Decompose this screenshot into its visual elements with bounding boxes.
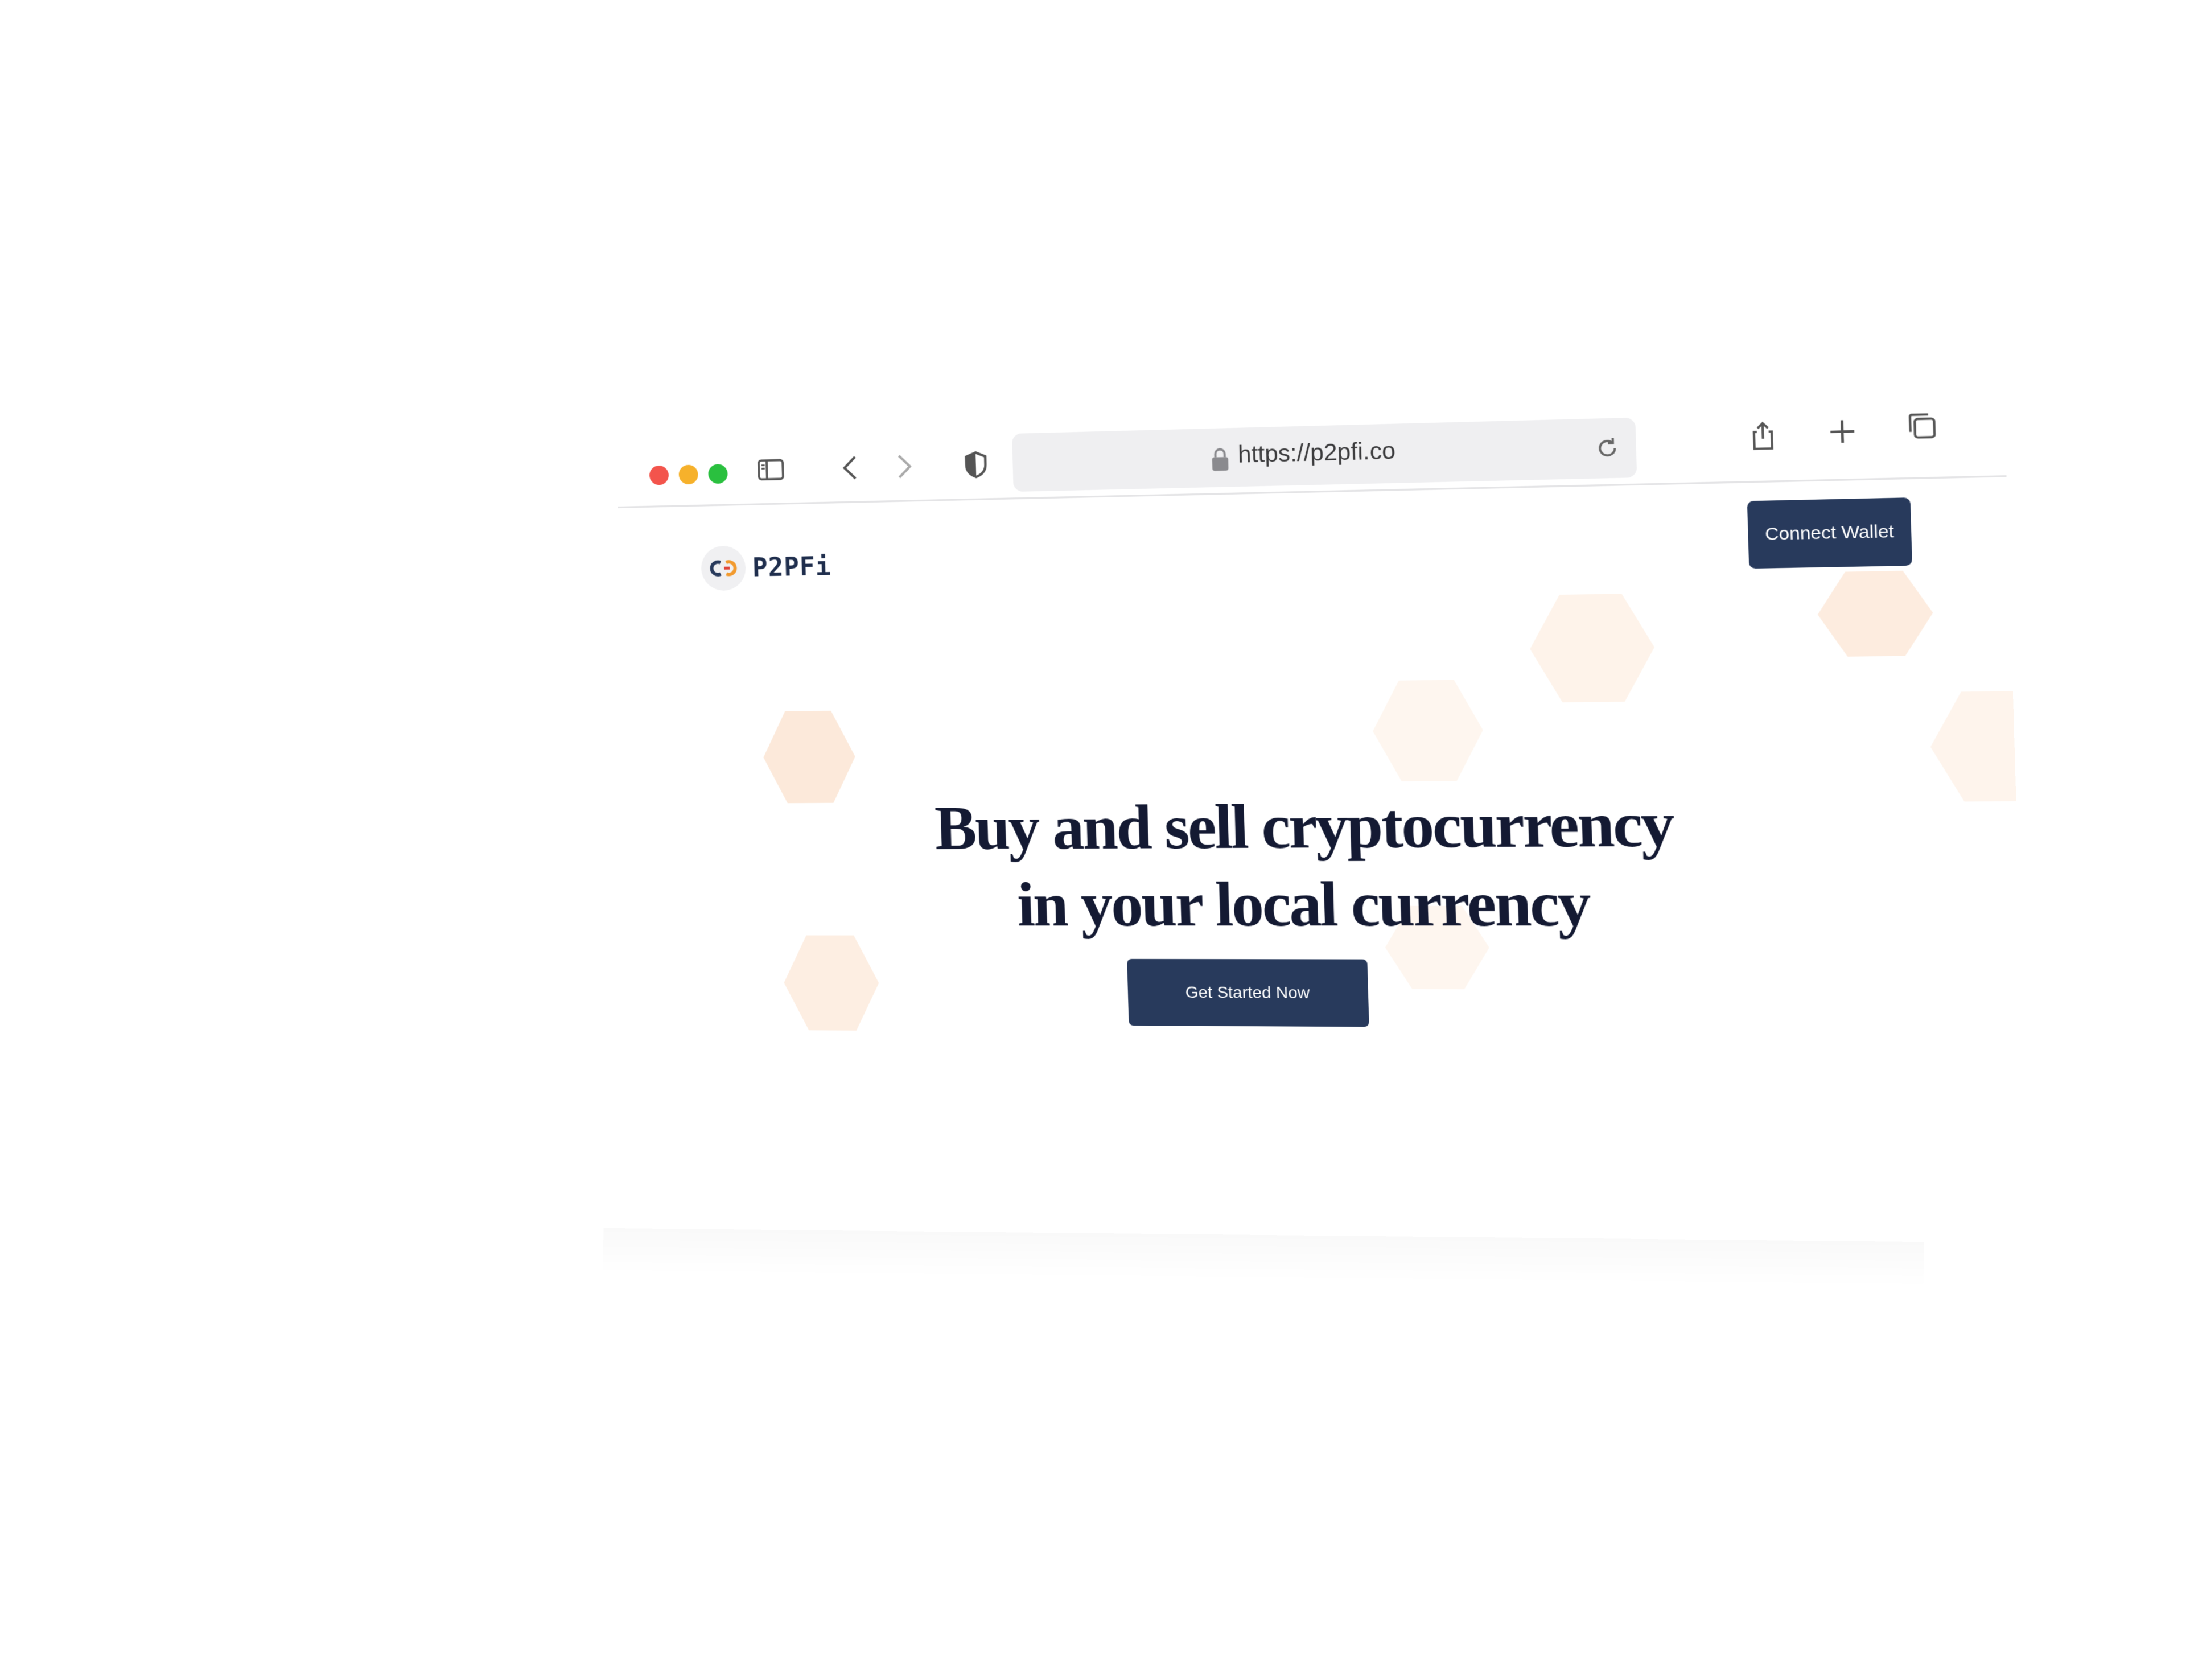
- p2pfi-logo-icon: [701, 545, 746, 591]
- zoom-window-button[interactable]: [708, 464, 728, 484]
- decorative-hexagon: [1817, 570, 1934, 657]
- page-content: P2PFi Connect Wallet Buy and sell crypto…: [618, 477, 2031, 1302]
- new-tab-icon[interactable]: [1821, 411, 1863, 451]
- site-logo[interactable]: P2PFi: [701, 543, 831, 591]
- decorative-hexagon: [1372, 680, 1485, 781]
- headline-line-2: in your local currency: [628, 864, 2020, 945]
- headline-line-1: Buy and sell cryptocurrency: [625, 783, 2018, 868]
- address-bar[interactable]: https://p2pfi.co: [1012, 418, 1637, 492]
- screenshot-stage: https://p2pfi.co P2PFi Connect Wallet Bu…: [0, 0, 2190, 1680]
- decorative-hexagon: [762, 710, 857, 803]
- logo-text: P2PFi: [752, 551, 831, 582]
- forward-icon[interactable]: [884, 447, 923, 485]
- reload-icon[interactable]: [1592, 434, 1623, 463]
- lock-icon: [1208, 446, 1232, 473]
- connect-wallet-button[interactable]: Connect Wallet: [1747, 497, 1912, 569]
- share-icon[interactable]: [1742, 416, 1784, 456]
- url-text: https://p2pfi.co: [1238, 438, 1396, 468]
- shield-icon[interactable]: [957, 446, 995, 484]
- decorative-hexagon: [783, 936, 880, 1031]
- get-started-button[interactable]: Get Started Now: [1127, 959, 1369, 1027]
- back-icon[interactable]: [832, 449, 870, 487]
- browser-window: https://p2pfi.co P2PFi Connect Wallet Bu…: [615, 359, 2031, 1302]
- tabs-overview-icon[interactable]: [1901, 406, 1943, 446]
- decorative-hexagon: [1529, 593, 1656, 703]
- close-window-button[interactable]: [649, 466, 669, 485]
- minimize-window-button[interactable]: [678, 464, 698, 484]
- sidebar-icon[interactable]: [752, 451, 789, 488]
- hero-headline: Buy and sell cryptocurrency in your loca…: [625, 783, 2020, 945]
